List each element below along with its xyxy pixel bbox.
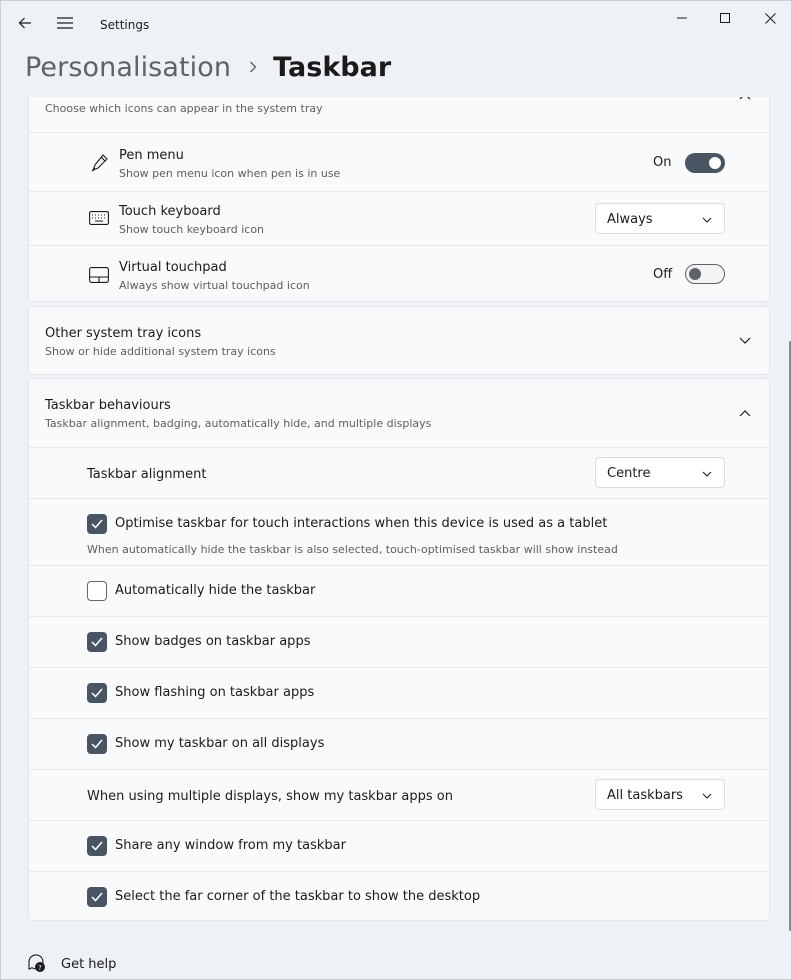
all-displays-label: Show my taskbar on all displays (115, 736, 325, 751)
optimise-touch-note: When automatically hide the taskbar is a… (87, 543, 618, 556)
pen-menu-row: Pen menu Show pen menu icon when pen is … (29, 132, 769, 191)
minimize-button[interactable] (659, 1, 705, 35)
optimise-touch-checkbox[interactable] (87, 514, 107, 534)
checkmark-icon (91, 688, 103, 698)
taskbar-behaviours-header[interactable]: Taskbar behaviours Taskbar alignment, ba… (29, 379, 769, 447)
far-corner-row: Select the far corner of the taskbar to … (29, 871, 769, 921)
all-displays-checkbox[interactable] (87, 734, 107, 754)
pen-icon (89, 153, 109, 173)
help-icon[interactable]: ? (27, 953, 47, 973)
touch-keyboard-dropdown-value: Always (607, 212, 653, 227)
far-corner-label: Select the far corner of the taskbar to … (115, 889, 481, 904)
taskbar-alignment-dropdown[interactable]: Centre (595, 457, 725, 488)
touch-keyboard-row: Touch keyboard Show touch keyboard icon … (29, 191, 769, 245)
optimise-touch-label: Optimise taskbar for touch interactions … (115, 516, 608, 531)
virtual-touchpad-subtitle: Always show virtual touchpad icon (119, 279, 310, 292)
system-tray-card: Choose which icons can appear in the sys… (28, 97, 770, 302)
touch-keyboard-subtitle: Show touch keyboard icon (119, 223, 265, 236)
flashing-row: Show flashing on taskbar apps (29, 667, 769, 718)
multi-display-row: When using multiple displays, show my ta… (29, 769, 769, 820)
minimize-icon (677, 17, 687, 19)
checkmark-icon (91, 841, 103, 851)
badges-checkbox[interactable] (87, 632, 107, 652)
close-icon (764, 12, 776, 24)
title-bar: Settings (1, 1, 791, 49)
taskbar-behaviours-subtitle: Taskbar alignment, badging, automaticall… (45, 417, 432, 430)
keyboard-icon (89, 208, 109, 228)
checkmark-icon (91, 739, 103, 749)
optimise-touch-row: Optimise taskbar for touch interactions … (29, 498, 769, 565)
virtual-touchpad-state-label: Off (653, 267, 673, 282)
checkmark-icon (91, 892, 103, 902)
get-help-link[interactable]: Get help (61, 957, 116, 972)
far-corner-checkbox[interactable] (87, 887, 107, 907)
back-button[interactable] (13, 11, 37, 35)
autohide-row: Automatically hide the taskbar (29, 565, 769, 616)
page-title: Taskbar (273, 51, 392, 83)
settings-content: Choose which icons can appear in the sys… (1, 97, 791, 929)
multi-display-label: When using multiple displays, show my ta… (87, 789, 453, 804)
chevron-down-icon (701, 214, 713, 226)
taskbar-behaviours-title: Taskbar behaviours (45, 398, 171, 413)
vertical-scrollbar[interactable] (789, 341, 791, 931)
app-title: Settings (100, 18, 150, 32)
multi-display-dropdown[interactable]: All taskbars (595, 779, 725, 810)
breadcrumb: Personalisation Taskbar (25, 47, 391, 87)
back-arrow-icon (18, 17, 31, 29)
touch-keyboard-title: Touch keyboard (119, 204, 221, 219)
other-tray-subtitle: Show or hide additional system tray icon… (45, 345, 276, 358)
virtual-touchpad-toggle[interactable] (685, 264, 725, 284)
taskbar-alignment-row: Taskbar alignment Centre (29, 447, 769, 498)
maximize-button[interactable] (702, 1, 748, 35)
taskbar-alignment-value: Centre (607, 466, 651, 481)
system-tray-subtitle: Choose which icons can appear in the sys… (45, 102, 323, 115)
pen-menu-state-label: On (653, 155, 672, 170)
chevron-down-icon (701, 790, 713, 802)
hamburger-icon (57, 17, 73, 29)
breadcrumb-parent[interactable]: Personalisation (25, 52, 231, 83)
maximize-icon (720, 13, 730, 23)
badges-row: Show badges on taskbar apps (29, 616, 769, 667)
other-tray-card[interactable]: Other system tray icons Show or hide add… (28, 306, 770, 375)
multi-display-value: All taskbars (607, 788, 683, 803)
chevron-up-icon[interactable] (737, 97, 753, 104)
close-button[interactable] (747, 1, 792, 35)
chevron-down-icon (701, 468, 713, 480)
pen-menu-subtitle: Show pen menu icon when pen is in use (119, 167, 341, 180)
virtual-touchpad-row: Virtual touchpad Always show virtual tou… (29, 245, 769, 302)
autohide-checkbox[interactable] (87, 581, 107, 601)
share-window-row: Share any window from my taskbar (29, 820, 769, 871)
autohide-label: Automatically hide the taskbar (115, 583, 316, 598)
touchpad-icon (89, 265, 109, 285)
virtual-touchpad-title: Virtual touchpad (119, 260, 227, 275)
badges-label: Show badges on taskbar apps (115, 634, 311, 649)
share-window-label: Share any window from my taskbar (115, 838, 346, 853)
taskbar-alignment-label: Taskbar alignment (87, 467, 207, 482)
taskbar-behaviours-card: Taskbar behaviours Taskbar alignment, ba… (28, 378, 770, 921)
pen-menu-title: Pen menu (119, 148, 184, 163)
checkmark-icon (91, 637, 103, 647)
pen-menu-toggle[interactable] (685, 153, 725, 173)
chevron-down-icon[interactable] (737, 333, 753, 349)
touch-keyboard-dropdown[interactable]: Always (595, 203, 725, 234)
system-tray-header[interactable]: Choose which icons can appear in the sys… (29, 97, 769, 132)
flashing-label: Show flashing on taskbar apps (115, 685, 315, 700)
checkmark-icon (91, 519, 103, 529)
chevron-up-icon[interactable] (737, 405, 753, 421)
svg-text:?: ? (38, 964, 42, 972)
flashing-checkbox[interactable] (87, 683, 107, 703)
other-tray-title: Other system tray icons (45, 326, 202, 341)
chevron-right-icon (249, 61, 257, 73)
all-displays-row: Show my taskbar on all displays (29, 718, 769, 769)
navigation-menu-button[interactable] (53, 11, 77, 35)
share-window-checkbox[interactable] (87, 836, 107, 856)
